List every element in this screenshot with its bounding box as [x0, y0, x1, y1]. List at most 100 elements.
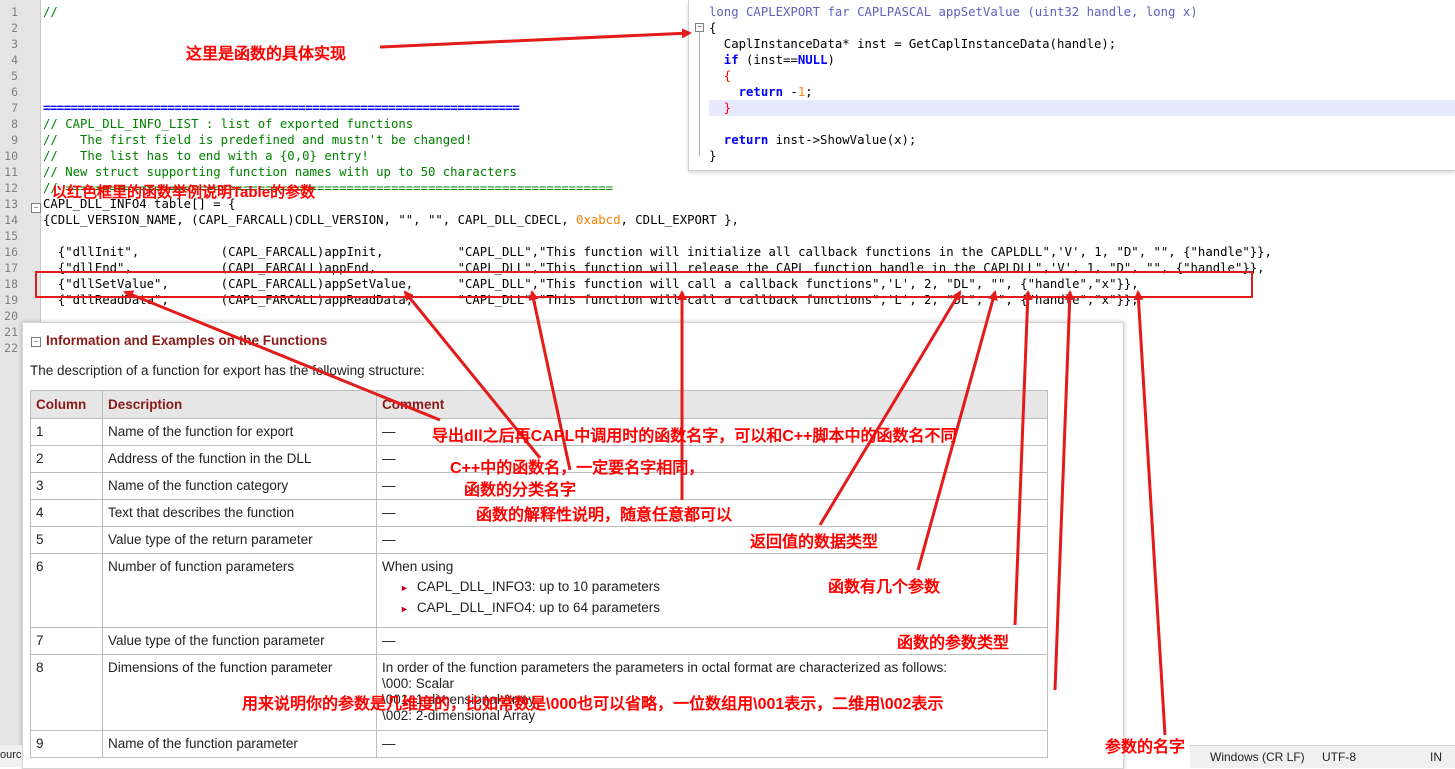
popup-text: (inst==	[738, 53, 798, 67]
code-line-1: //	[43, 5, 58, 19]
line-number: 9	[11, 133, 18, 147]
bullet-text: CAPL_DLL_INFO4: up to 64 parameters	[416, 600, 661, 615]
status-bar: Windows (CR LF) UTF-8 IN	[1190, 745, 1455, 768]
highlight-box	[35, 271, 1253, 298]
line-number: 6	[11, 85, 18, 99]
column-header: Description	[102, 390, 377, 419]
line-number: 18	[4, 277, 18, 291]
current-line-highlight	[709, 100, 1455, 116]
column-header: Column	[30, 390, 103, 419]
popup-line-2: {	[709, 21, 717, 35]
cell-description: Address of the function in the DLL	[102, 445, 377, 473]
code-line-10: // The list has to end with a {0,0} entr…	[43, 149, 369, 163]
info-description: The description of a function for export…	[30, 363, 425, 378]
status-left-text: ourc	[0, 749, 22, 761]
bullet-item: ► CAPL_DLL_INFO4: up to 64 parameters	[382, 600, 1042, 617]
code-line-14: {CDLL_VERSION_NAME, (CAPL_FARCALL)CDLL_V…	[43, 212, 739, 228]
annotation-dimension: 用来说明你的参数是几维度的，比如常数是\000也可以省略，一位数组用\001表示…	[242, 696, 944, 713]
line-number: 20	[4, 309, 18, 323]
line-number: 4	[11, 53, 18, 67]
line-number: 16	[4, 245, 18, 259]
info-title[interactable]: − Information and Examples on the Functio…	[31, 333, 327, 348]
popup-line-9: return inst->ShowValue(x);	[709, 132, 917, 148]
line-number: 1	[11, 5, 18, 19]
code-line-11: // New struct supporting function names …	[43, 165, 517, 179]
popup-text: inst->ShowValue(x);	[768, 133, 917, 147]
line-number: 12	[4, 181, 18, 195]
popup-type: long	[709, 5, 739, 19]
line-number: 5	[11, 69, 18, 83]
code-line-14-number: 0xabcd	[576, 213, 621, 227]
cell-description: Value type of the function parameter	[102, 627, 377, 655]
line-number: 7	[11, 101, 18, 115]
cell-column: 7	[30, 627, 103, 655]
annotation-param-count: 函数有几个参数	[828, 579, 941, 596]
code-line-16: {"dllInit", (CAPL_FARCALL)appInit, "CAPL…	[43, 245, 1272, 259]
comment-text: In order of the function parameters the …	[382, 660, 948, 675]
code-line-14-end: , CDLL_EXPORT },	[620, 213, 739, 227]
cell-comment: When using ► CAPL_DLL_INFO3: up to 10 par…	[376, 553, 1048, 628]
popup-keyword: return	[709, 133, 769, 147]
code-popup: long CAPLEXPORT far CAPLPASCAL appSetVal…	[688, 0, 1455, 171]
insert-mode-status[interactable]: IN	[1430, 750, 1442, 764]
line-number: 15	[4, 229, 18, 243]
status-bar-left: ourc	[0, 745, 22, 767]
encoding-status[interactable]: UTF-8	[1322, 750, 1356, 764]
cell-column: 6	[30, 553, 103, 628]
bullet-icon: ►	[400, 604, 409, 614]
table-row: 9 Name of the function parameter —	[30, 730, 1048, 758]
bullet-text: CAPL_DLL_INFO3: up to 10 parameters	[416, 579, 661, 594]
annotation-cpp-name: C++中的函数名，一定要名字相同，	[450, 460, 705, 477]
cell-description: Text that describes the function	[102, 499, 377, 527]
cell-column: 8	[30, 654, 103, 731]
popup-line-6: return -1;	[709, 84, 813, 100]
annotation-param-type: 函数的参数类型	[897, 635, 1010, 652]
popup-text: ;	[805, 85, 813, 99]
popup-line-4: if (inst==NULL)	[709, 52, 835, 68]
line-number: 11	[4, 165, 18, 179]
line-number: 21	[4, 325, 18, 339]
cell-comment: —	[376, 730, 1048, 758]
cell-column: 5	[30, 526, 103, 554]
popup-type: long	[1145, 5, 1176, 19]
popup-signature: CAPLEXPORT far CAPLPASCAL appSetValue (u…	[738, 5, 1146, 19]
fold-toggle-icon[interactable]: −	[31, 203, 41, 213]
line-number: 10	[4, 149, 18, 163]
popup-line-5: {	[709, 69, 732, 83]
cell-description: Name of the function parameter	[102, 730, 377, 758]
eol-status[interactable]: Windows (CR LF)	[1210, 750, 1305, 764]
code-line-14-part: {CDLL_VERSION_NAME, (CAPL_FARCALL)CDLL_V…	[43, 213, 577, 227]
cell-column: 1	[30, 418, 103, 446]
code-line-9: // The first field is predefined and mus…	[43, 133, 473, 147]
cell-comment: —	[376, 526, 1048, 554]
code-line-8: // CAPL_DLL_INFO_LIST : list of exported…	[43, 117, 414, 131]
line-number: 14	[4, 213, 18, 227]
line-number: 22	[4, 341, 18, 355]
line-number: 17	[4, 261, 18, 275]
line-number: 3	[11, 37, 18, 51]
popup-line-10: }	[709, 149, 717, 163]
popup-text: )	[827, 53, 835, 67]
popup-keyword: if	[709, 53, 739, 67]
line-number: 8	[11, 117, 18, 131]
annotation-explain: 函数的解释性说明，随意任意都可以	[476, 507, 733, 524]
line-number: 19	[4, 293, 18, 307]
cell-description: Name of the function category	[102, 472, 377, 500]
annotation-table-example: 以红色框里的函数举例说明Table的参数	[52, 184, 316, 201]
cell-column: 4	[30, 499, 103, 527]
cell-description: Number of function parameters	[102, 553, 377, 628]
annotation-return-type: 返回值的数据类型	[750, 534, 879, 551]
popup-signature-end: x)	[1175, 5, 1198, 19]
annotation-export-name: 导出dll之后再CAPL中调用时的函数名字，可以和C++脚本中的函数名不同	[432, 428, 957, 445]
popup-keyword: return	[709, 85, 784, 99]
popup-line-1: long CAPLEXPORT far CAPLPASCAL appSetVal…	[709, 4, 1198, 20]
cell-column: 3	[30, 472, 103, 500]
popup-fold-icon[interactable]: −	[695, 23, 704, 32]
column-header: Comment	[376, 390, 1048, 419]
popup-line-3: CaplInstanceData* inst = GetCaplInstance…	[709, 37, 1117, 51]
code-line-7: ========================================…	[43, 101, 520, 115]
annotation-param-name: 参数的名字	[1105, 739, 1186, 756]
info-title-text: Information and Examples on the Function…	[46, 333, 328, 348]
collapse-icon[interactable]: −	[31, 337, 41, 347]
cell-description: Value type of the return parameter	[102, 526, 377, 554]
